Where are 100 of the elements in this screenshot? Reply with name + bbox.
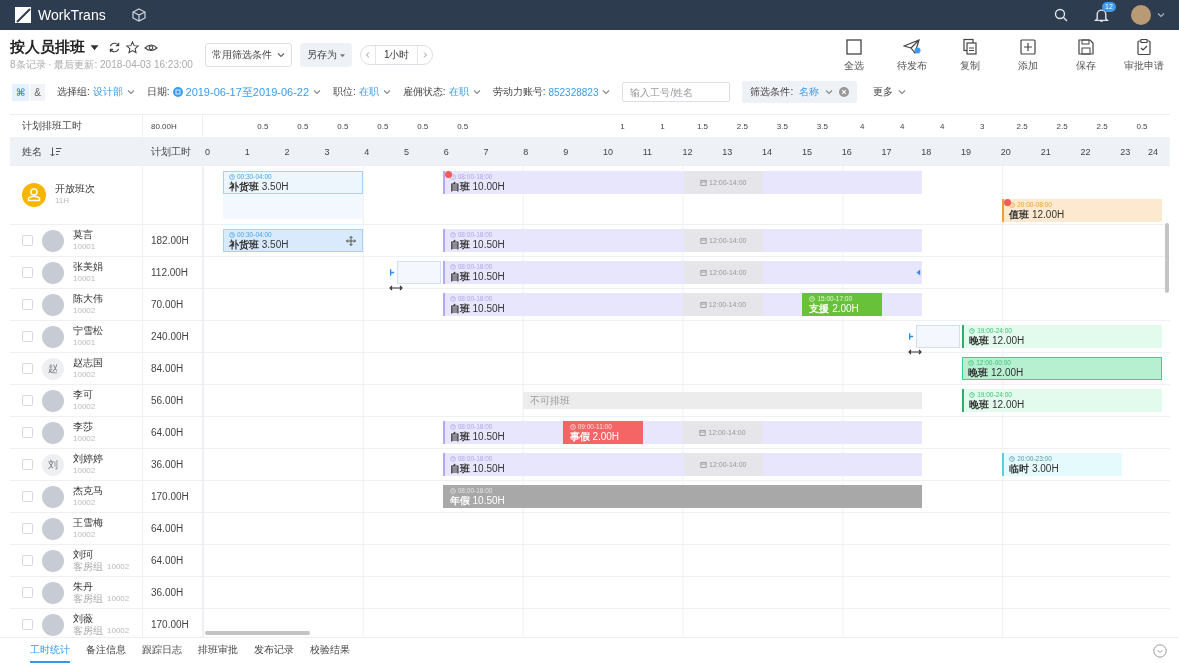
square-icon xyxy=(845,37,863,56)
bottom-tab[interactable]: 发布记录 xyxy=(254,638,294,663)
toolbar-button[interactable]: 全选 xyxy=(829,37,879,73)
search-field[interactable]: 输入工号/姓名 xyxy=(622,82,731,102)
row-checkbox[interactable] xyxy=(22,459,33,470)
logo-icon xyxy=(14,6,32,24)
row-checkbox[interactable] xyxy=(22,363,33,374)
row-checkbox[interactable] xyxy=(22,235,33,246)
clear-icon[interactable] xyxy=(839,87,850,97)
caret-icon[interactable] xyxy=(90,43,99,52)
planned-hours: 84.00H xyxy=(143,353,203,384)
clock-icon xyxy=(449,423,456,430)
avatar-placeholder xyxy=(42,293,64,316)
planned-hours: 70.00H xyxy=(143,289,203,320)
bell-icon[interactable] xyxy=(1094,7,1109,23)
chevron-icon xyxy=(313,88,322,96)
sort-icon[interactable] xyxy=(50,146,62,157)
hourly-total: 2.5 xyxy=(1015,121,1029,131)
summary-total: 80.00H xyxy=(143,115,203,137)
more-dropdown[interactable]: 更多 xyxy=(869,85,911,99)
time-scale-label: 1小时 xyxy=(374,46,419,64)
end-handle-icon[interactable] xyxy=(916,269,922,276)
star-icon[interactable] xyxy=(126,41,139,54)
column-header: 姓名 xyxy=(22,144,42,159)
clock-icon xyxy=(449,231,456,238)
save-as-button[interactable]: 另存为 xyxy=(299,43,352,67)
move-icon[interactable] xyxy=(345,236,356,246)
open-shift-name: 开放班次 xyxy=(55,183,95,195)
hour-label: 9 xyxy=(563,146,569,157)
chevron-icon xyxy=(472,88,481,96)
bottom-tab[interactable]: 排班审批 xyxy=(198,638,238,663)
row-checkbox[interactable] xyxy=(22,395,33,406)
hour-label: 6 xyxy=(443,146,449,157)
employee-group: 客房组 xyxy=(73,560,103,573)
filter-preset-dropdown[interactable]: 常用筛选条件 xyxy=(204,43,292,67)
bottom-tab[interactable]: 校验结果 xyxy=(310,638,350,663)
search-icon[interactable] xyxy=(1054,8,1068,22)
clock-icon xyxy=(968,359,975,366)
hourly-total: 3.5 xyxy=(815,121,829,131)
clipboard-check-icon xyxy=(1135,37,1153,56)
row-checkbox[interactable] xyxy=(22,587,33,598)
row-checkbox[interactable] xyxy=(22,619,33,630)
toolbar-button[interactable]: 复制 xyxy=(945,37,995,73)
employee-id: 10002 xyxy=(107,560,130,573)
toolbar-button[interactable]: 审批申请 xyxy=(1119,37,1169,73)
toolbar-button[interactable]: 待发布 xyxy=(887,37,937,73)
clock-icon xyxy=(969,327,976,334)
planned-hours: 36.00H xyxy=(143,577,203,608)
shift-name: 晚班 12.00H xyxy=(969,334,1025,347)
mode-toggle[interactable]: & xyxy=(30,83,45,101)
filter-condition-tag[interactable]: 筛选条件: 名称 xyxy=(742,81,858,103)
row-checkbox[interactable] xyxy=(22,491,33,502)
summary-label: 计划排班工时 xyxy=(10,115,143,137)
next-icon[interactable] xyxy=(421,51,430,59)
user-avatar[interactable] xyxy=(1131,5,1151,25)
hour-label: 19 xyxy=(961,146,972,157)
employee-id: 10002 xyxy=(107,592,130,605)
resize-handle-icon[interactable] xyxy=(389,269,395,276)
hour-label: 10 xyxy=(602,146,613,157)
employee-id: 10002 xyxy=(73,528,96,541)
record-info: 8条记录 · 最后更新: 2018-04-03 16:23:00 xyxy=(10,58,193,72)
hour-label: 16 xyxy=(841,146,852,157)
bottom-tab[interactable]: 备注信息 xyxy=(86,638,126,663)
filter-label: 选择组: xyxy=(56,85,90,99)
bottom-tab[interactable]: 跟踪日志 xyxy=(142,638,182,663)
shift-name: 补货班 3.50H xyxy=(228,238,289,251)
chevron-icon xyxy=(276,51,285,59)
hourly-total: 0.5 xyxy=(456,121,470,131)
hourly-total: 3 xyxy=(978,121,986,131)
toolbar-button[interactable]: 添加 xyxy=(1003,37,1053,73)
hour-label: 21 xyxy=(1040,146,1051,157)
horizontal-scrollbar[interactable] xyxy=(205,631,310,635)
calendar-icon xyxy=(700,269,708,276)
row-checkbox[interactable] xyxy=(22,299,33,310)
shift-name: 自班 10.50H xyxy=(449,430,505,443)
clock-icon xyxy=(449,295,456,302)
resize-handle-icon[interactable] xyxy=(909,333,915,340)
row-checkbox[interactable] xyxy=(22,555,33,566)
clock-icon xyxy=(449,173,456,180)
avatar-placeholder xyxy=(42,325,64,348)
hour-label: 11 xyxy=(642,146,653,157)
previous-icon[interactable] xyxy=(363,51,372,59)
cube-icon[interactable] xyxy=(131,8,146,22)
row-checkbox[interactable] xyxy=(22,523,33,534)
row-checkbox[interactable] xyxy=(22,331,33,342)
shift-continuation[interactable] xyxy=(882,293,923,316)
planned-hours: 64.00H xyxy=(143,417,203,448)
filter-label: 劳动力账号: xyxy=(492,85,546,99)
shift-name: 支援 2.00H xyxy=(809,302,859,315)
refresh-icon[interactable] xyxy=(108,41,121,54)
toolbar-button[interactable]: 保存 xyxy=(1061,37,1111,73)
avatar-placeholder xyxy=(42,229,64,252)
clock-icon xyxy=(449,263,456,270)
caret-icon xyxy=(339,52,345,58)
resize-cursor-icon xyxy=(908,349,923,355)
collapse-icon[interactable] xyxy=(1153,643,1167,658)
employee-id: 10002 xyxy=(73,432,96,445)
row-checkbox[interactable] xyxy=(22,267,33,278)
row-checkbox[interactable] xyxy=(22,427,33,438)
vertical-scrollbar[interactable] xyxy=(1165,223,1169,293)
